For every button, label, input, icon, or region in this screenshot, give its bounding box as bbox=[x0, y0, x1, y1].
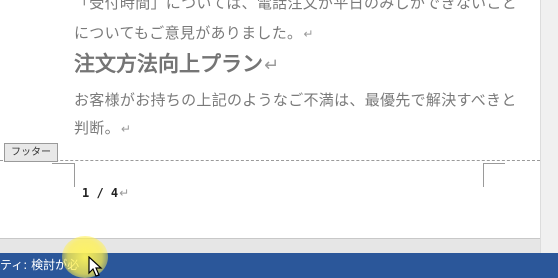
paragraph-mark: ↵ bbox=[119, 186, 130, 200]
body-text-line-3: お客様がお持ちの上記のようなご不満は、最優先で解決すべきと bbox=[74, 91, 517, 109]
right-margin-crop-mark bbox=[483, 163, 484, 187]
mouse-pointer-icon bbox=[88, 256, 103, 277]
body-text-line-2: についてもご意見がありました。↵ bbox=[74, 24, 314, 42]
document-area: 「受付時間」については、電話注文が平日のみしかできないこと についてもご意見があ… bbox=[0, 0, 558, 253]
section-heading: 注文方法向上プラン↵ bbox=[74, 52, 280, 76]
vertical-scrollbar[interactable] bbox=[540, 0, 558, 253]
paragraph-mark: ↵ bbox=[303, 27, 314, 41]
left-margin-crop-mark bbox=[74, 163, 75, 187]
document-page[interactable]: 「受付時間」については、電話注文が平日のみしかできないこと についてもご意見があ… bbox=[0, 0, 541, 239]
body-text-line-1: 「受付時間」については、電話注文が平日のみしかできないこと bbox=[74, 0, 517, 12]
body-text-line-4: 判断。↵ bbox=[74, 119, 132, 137]
paragraph-mark: ↵ bbox=[264, 55, 280, 76]
footer-label-tab[interactable]: フッター bbox=[4, 143, 58, 162]
footer-boundary-line bbox=[0, 160, 540, 161]
left-margin-crop-mark-h bbox=[52, 163, 74, 164]
paragraph-mark: ↵ bbox=[120, 122, 132, 136]
right-margin-crop-mark-h bbox=[483, 163, 505, 164]
footer-page-number[interactable]: 1 / 4↵ bbox=[82, 186, 129, 200]
